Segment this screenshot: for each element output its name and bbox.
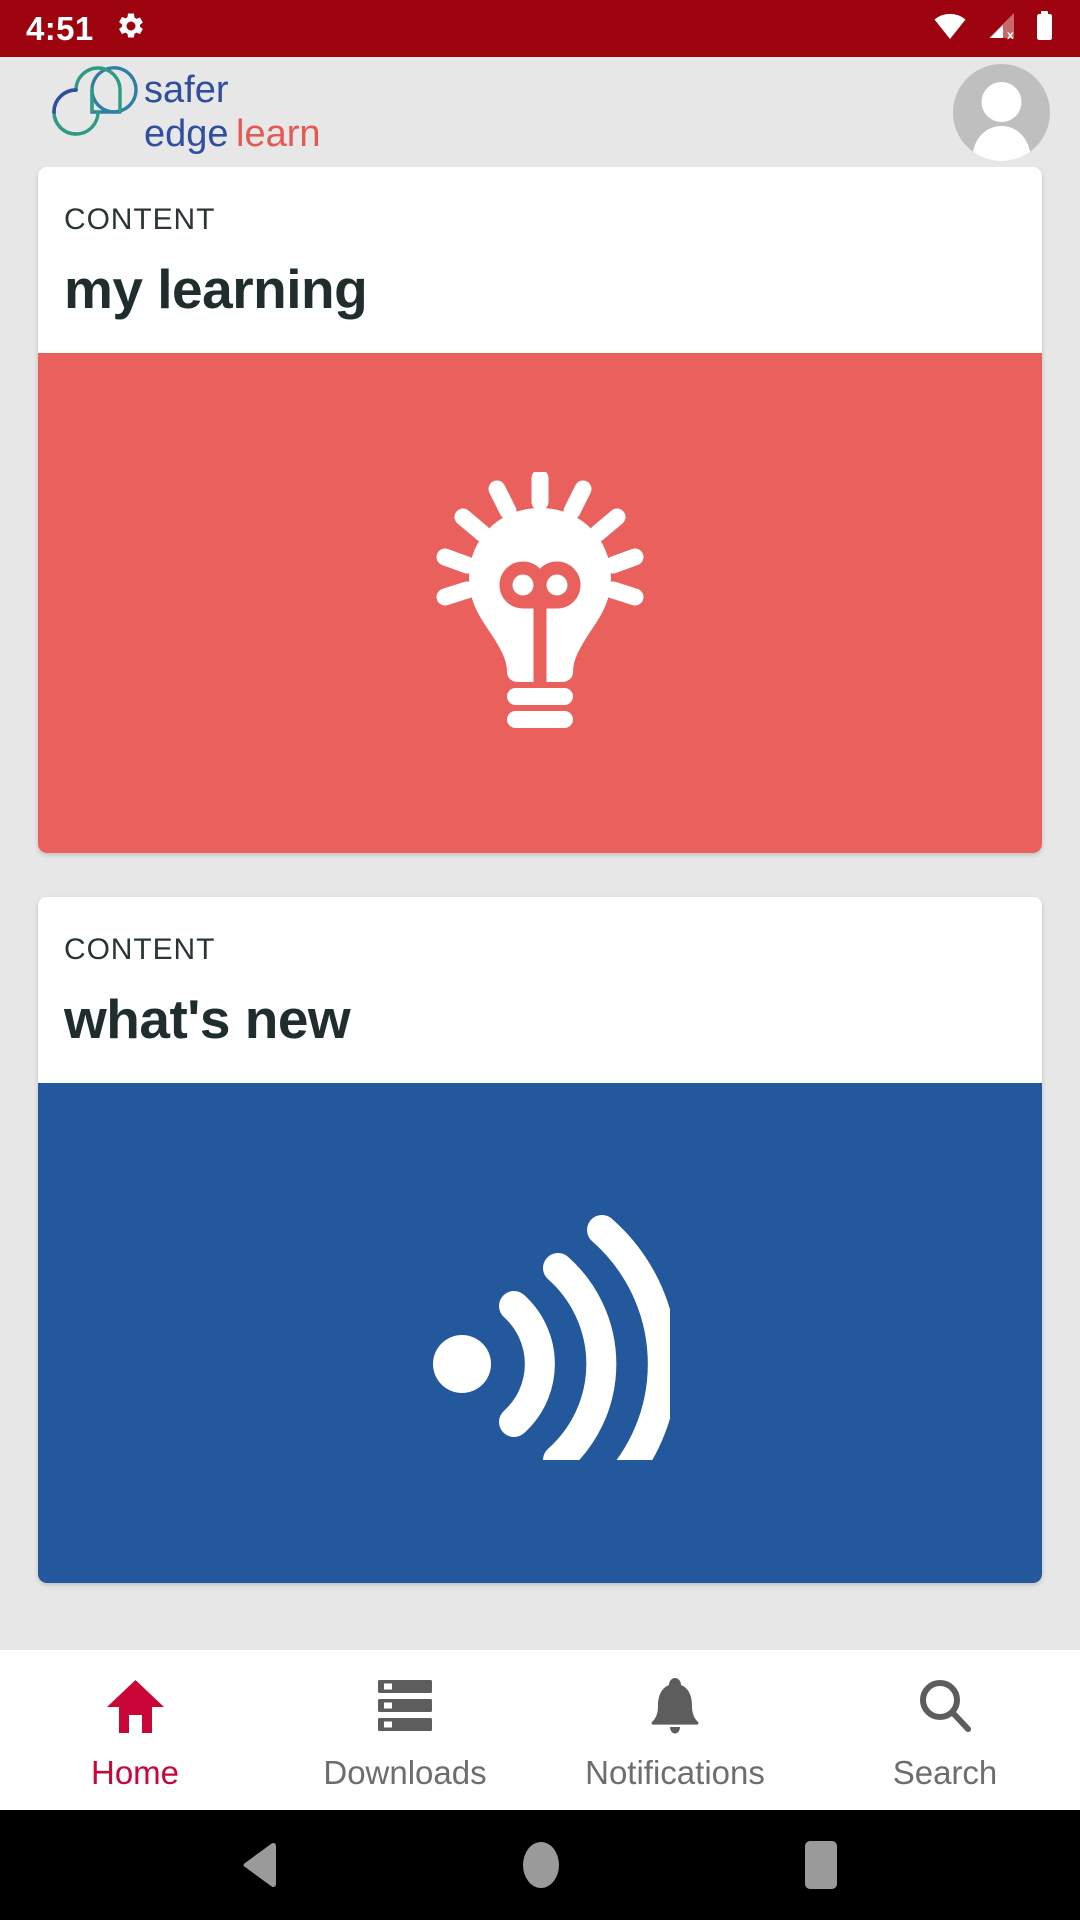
wifi-icon (933, 12, 967, 45)
nav-item-notifications[interactable]: Notifications (540, 1650, 810, 1810)
status-bar-clock: 4:51 (26, 10, 94, 47)
bell-icon (651, 1677, 699, 1735)
gear-icon (116, 11, 146, 46)
app-screen: 4:51 x safer edge learn CONTENT my learn… (0, 0, 1080, 1920)
system-navigation-bar (0, 1810, 1080, 1920)
status-bar-right: x (933, 11, 1054, 46)
nav-label-notifications: Notifications (585, 1754, 765, 1791)
home-icon (106, 1677, 164, 1735)
nav-item-home[interactable]: Home (0, 1650, 270, 1810)
svg-text:x: x (1007, 28, 1014, 40)
card-title: what's new (64, 987, 351, 1050)
lightbulb-icon (433, 469, 647, 733)
app-header: safer edge learn (0, 57, 1080, 167)
nav-item-downloads[interactable]: Downloads (270, 1650, 540, 1810)
logo-text-safer: safer (144, 69, 229, 111)
recents-square-icon[interactable] (801, 1840, 841, 1890)
card-header: CONTENT my learning (38, 167, 1042, 353)
avatar[interactable] (953, 63, 1050, 161)
card-kicker: CONTENT (64, 203, 216, 236)
logo-text-learn: learn (236, 113, 321, 155)
content-card-my-learning[interactable]: CONTENT my learning (38, 167, 1042, 853)
card-header: CONTENT what's new (38, 896, 1042, 1083)
logo-text-edge: edge (144, 113, 229, 155)
search-icon (918, 1677, 972, 1735)
bottom-navigation-bar: Home Downloads Notifications Search (0, 1650, 1080, 1810)
cell-signal-no-sim-icon: x (984, 12, 1018, 45)
back-triangle-icon[interactable] (239, 1843, 281, 1887)
card-banner-my-learning[interactable] (38, 352, 1042, 853)
storage-list-icon (378, 1677, 432, 1735)
brand-logo[interactable]: safer edge learn (40, 64, 340, 161)
nav-item-search[interactable]: Search (810, 1650, 1080, 1810)
card-title: my learning (64, 258, 368, 320)
home-circle-icon[interactable] (520, 1840, 562, 1890)
broadcast-rss-icon (410, 1200, 678, 1513)
battery-icon (1035, 11, 1054, 46)
nav-label-home: Home (90, 1754, 180, 1791)
nav-label-search: Search (892, 1754, 998, 1791)
card-banner-whats-new[interactable] (38, 1082, 1042, 1583)
content-scroll-area[interactable]: CONTENT my learning CONTENT what's new (0, 167, 1080, 1650)
status-bar-left: 4:51 (26, 11, 146, 46)
content-card-whats-new[interactable]: CONTENT what's new (38, 896, 1042, 1583)
card-kicker: CONTENT (64, 932, 216, 966)
nav-label-downloads: Downloads (323, 1754, 487, 1791)
status-bar: 4:51 x (0, 0, 1080, 57)
